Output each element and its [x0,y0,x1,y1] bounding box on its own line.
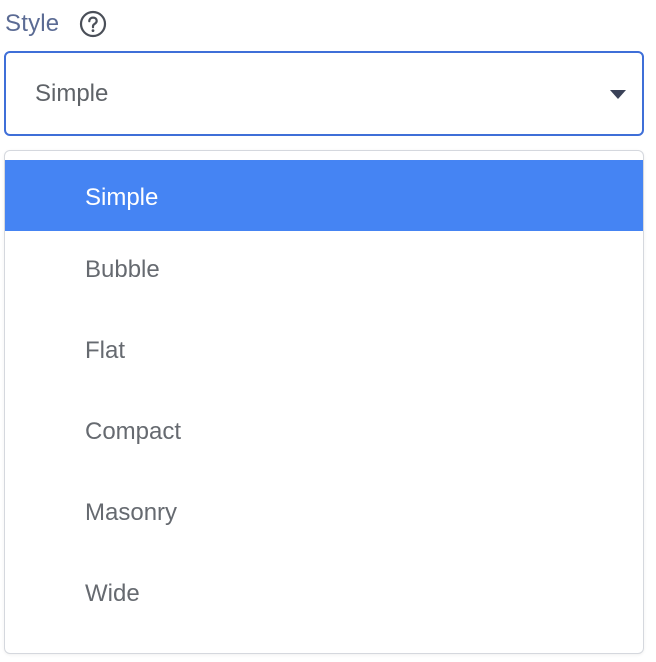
style-label: Style [5,10,60,37]
caret-down-icon [610,90,626,99]
option-wide[interactable]: Wide [5,555,643,636]
option-list: Simple Bubble Flat Compact Masonry Wide [5,160,643,636]
option-masonry[interactable]: Masonry [5,474,643,555]
option-compact[interactable]: Compact [5,393,643,474]
option-simple[interactable]: Simple [5,160,643,231]
style-select[interactable]: Simple [4,51,644,136]
option-flat[interactable]: Flat [5,312,643,393]
help-circle-icon[interactable] [79,10,107,38]
style-label-row: Style [5,6,107,42]
select-current-value: Simple [35,80,109,107]
style-field: Style Simple Simple Bubble Flat Compact … [0,0,656,662]
option-bubble[interactable]: Bubble [5,231,643,312]
style-dropdown-menu: Simple Bubble Flat Compact Masonry Wide [4,150,644,654]
